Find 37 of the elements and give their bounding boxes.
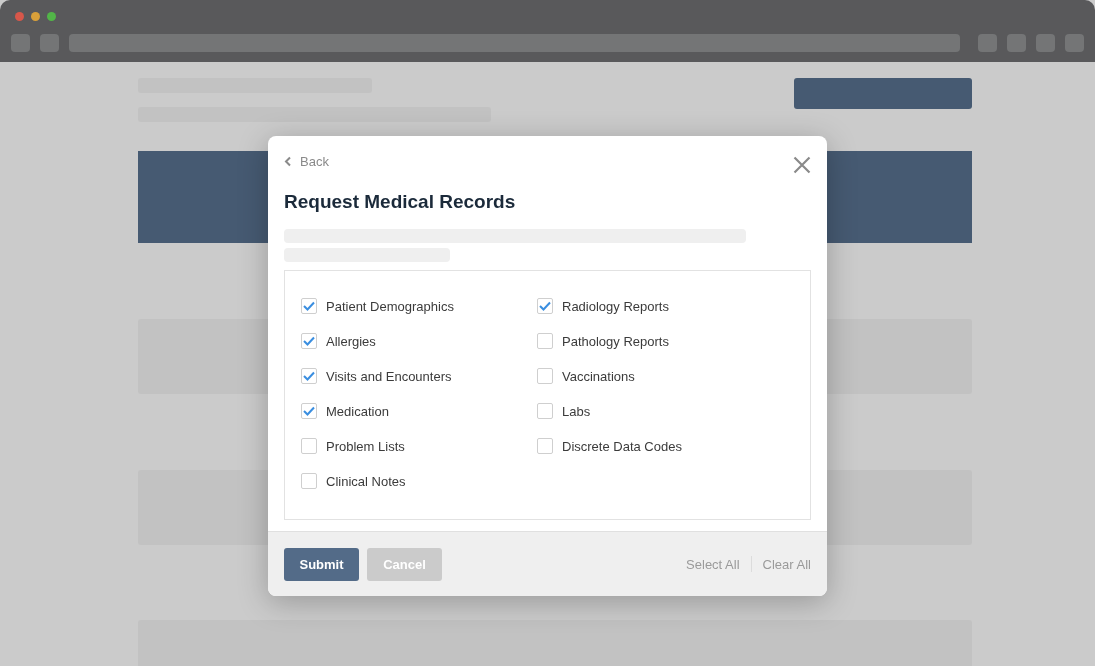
maximize-dot-icon[interactable]: [47, 12, 56, 21]
back-link[interactable]: Back: [284, 152, 329, 172]
checkbox-option[interactable]: Patient Demographics: [301, 288, 537, 324]
checkbox-option[interactable]: Allergies: [301, 323, 537, 359]
dialog-title: Request Medical Records: [284, 191, 517, 214]
checkbox-option[interactable]: Clinical Notes: [301, 463, 537, 499]
checkbox-option[interactable]: Radiology Reports: [537, 288, 777, 324]
checkbox[interactable]: [301, 403, 317, 420]
checkbox[interactable]: [537, 438, 553, 455]
toolbar-button[interactable]: [1007, 34, 1026, 52]
checkbox-option[interactable]: Visits and Encounters: [301, 358, 537, 394]
toolbar-button[interactable]: [978, 34, 997, 52]
checkbox[interactable]: [301, 368, 317, 385]
checkbox[interactable]: [537, 403, 553, 420]
checkbox[interactable]: [537, 368, 553, 385]
checkbox[interactable]: [537, 333, 553, 350]
checkbox-option[interactable]: Medication: [301, 393, 537, 429]
checkbox[interactable]: [301, 333, 317, 350]
toolbar-button[interactable]: [1036, 34, 1055, 52]
checkbox-option[interactable]: Pathology Reports: [537, 323, 777, 359]
checkbox[interactable]: [537, 298, 553, 315]
toolbar-button[interactable]: [40, 34, 59, 52]
close-icon[interactable]: [793, 156, 811, 174]
minimize-dot-icon[interactable]: [31, 12, 40, 21]
checkbox-option[interactable]: Vaccinations: [537, 358, 777, 394]
toolbar-button[interactable]: [11, 34, 30, 52]
checkbox-option[interactable]: Discrete Data Codes: [537, 428, 777, 464]
checkbox[interactable]: [301, 473, 317, 490]
chevron-left-icon: [284, 156, 292, 168]
checkbox[interactable]: [301, 438, 317, 455]
close-dot-icon[interactable]: [15, 12, 24, 21]
checkbox[interactable]: [301, 298, 317, 315]
checkbox-option[interactable]: Problem Lists: [301, 428, 537, 464]
address-bar[interactable]: [69, 34, 960, 52]
toolbar-button[interactable]: [1065, 34, 1084, 52]
submit-button[interactable]: Submit: [284, 547, 359, 581]
checkbox-option[interactable]: Labs: [537, 393, 777, 429]
